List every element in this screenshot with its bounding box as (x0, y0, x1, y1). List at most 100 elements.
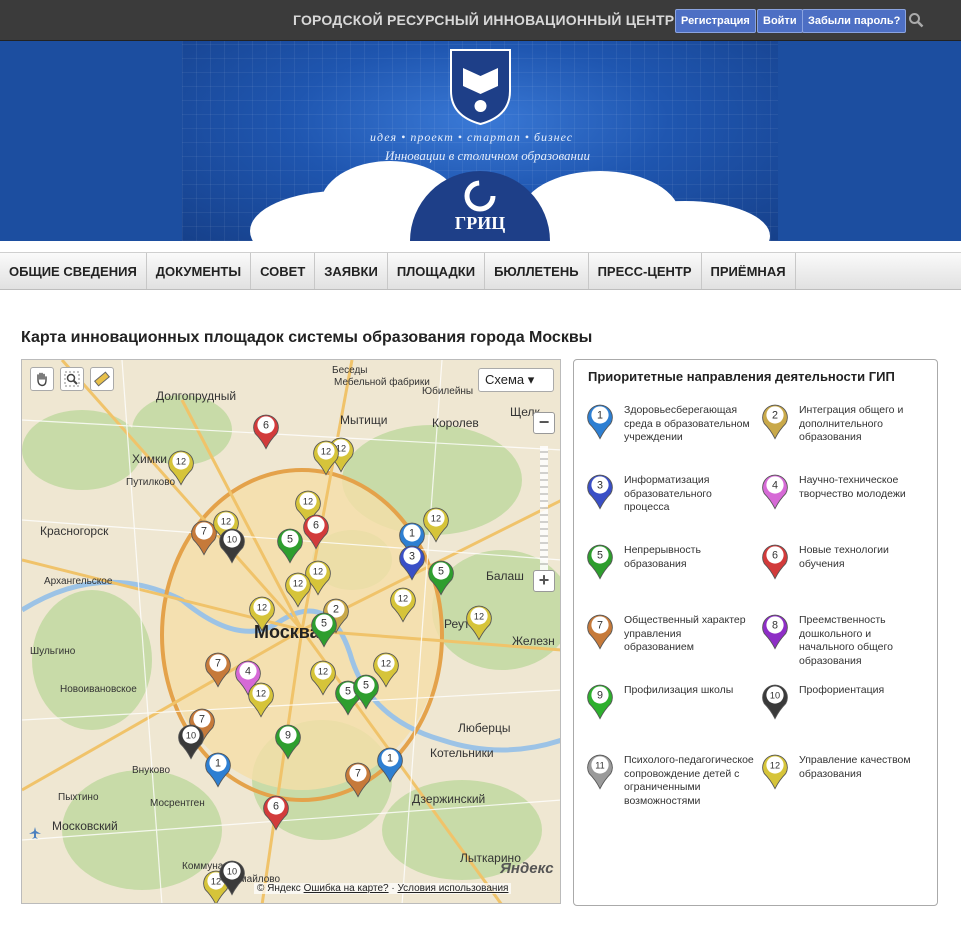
map-pin-12[interactable]: 12 (247, 680, 275, 723)
svg-text:10: 10 (227, 535, 237, 545)
banner-slogan: идея • проект • стартап • бизнес (370, 130, 574, 144)
map-pin-7[interactable]: 7 (204, 650, 232, 693)
map-label: Красногорск (40, 524, 109, 538)
map-pin-7[interactable]: 7 (344, 760, 372, 803)
yandex-logo[interactable]: Яндекс (500, 860, 554, 877)
svg-text:9: 9 (597, 690, 603, 702)
map-label: Балаш (486, 569, 524, 583)
map-copyright: © Яндекс (257, 883, 301, 894)
map-pin-9[interactable]: 9 (274, 722, 302, 765)
map-label: Химки (132, 452, 167, 466)
map-label: Беседы (332, 365, 368, 376)
login-button[interactable]: Войти (757, 9, 803, 33)
map-label: Мытищи (340, 413, 388, 427)
map-type-select[interactable]: Схема ▾ (478, 368, 554, 392)
svg-text:4: 4 (772, 480, 778, 492)
logo-icon (464, 180, 496, 212)
map-pin-1[interactable]: 1 (376, 745, 404, 788)
map-pin-5[interactable]: 5 (276, 526, 304, 569)
terms-link[interactable]: Условия использования (397, 883, 508, 894)
map-label: Долгопрудный (156, 389, 237, 403)
ruler-tool-button[interactable] (90, 367, 114, 391)
map-pin-10[interactable]: 10 (218, 526, 246, 569)
nav-item-council[interactable]: СОВЕТ (251, 253, 316, 289)
hand-icon (37, 372, 47, 387)
svg-text:1: 1 (409, 528, 415, 540)
zoom-in-button[interactable]: + (533, 570, 555, 592)
svg-text:3: 3 (597, 480, 603, 492)
site-name[interactable]: ГОРОДСКОЙ РЕСУРСНЫЙ ИННОВАЦИОННЫЙ ЦЕНТР (293, 12, 674, 28)
map-label: Пыхтино (58, 792, 99, 803)
page-title: Карта инновационных площадок системы обр… (21, 329, 593, 346)
svg-text:12: 12 (321, 447, 331, 457)
svg-text:1: 1 (387, 753, 393, 765)
nav-item-general[interactable]: ОБЩИЕ СВЕДЕНИЯ (0, 253, 147, 289)
map-pin-12[interactable]: 12 (389, 585, 417, 628)
zoom-out-button[interactable]: − (533, 412, 555, 434)
nav-item-press[interactable]: ПРЕСС-ЦЕНТР (589, 253, 702, 289)
svg-text:5: 5 (345, 686, 351, 698)
map-label: Люберцы (458, 721, 511, 735)
map-pin-12[interactable]: 12 (284, 570, 312, 613)
svg-text:12: 12 (770, 761, 780, 771)
search-icon[interactable] (908, 12, 924, 28)
map-pin-5[interactable]: 5 (352, 672, 380, 715)
map-pin-10[interactable]: 10 (177, 722, 205, 765)
svg-text:5: 5 (597, 550, 603, 562)
nav-item-bulletin[interactable]: БЮЛЛЕТЕНЬ (485, 253, 589, 289)
legend-panel: Приоритетные направления деятельности ГИ… (573, 359, 938, 906)
map-pin-12[interactable]: 12 (248, 594, 276, 637)
legend-item-label: Психолого-педагогическое сопровождение д… (624, 754, 754, 807)
forgot-password-button[interactable]: Забыли пароль? (802, 9, 907, 33)
svg-text:3: 3 (409, 551, 415, 563)
svg-text:9: 9 (285, 730, 291, 742)
map-label: Московский (52, 819, 118, 833)
svg-text:6: 6 (263, 420, 269, 432)
map-label: Котельники (430, 746, 494, 760)
svg-text:10: 10 (227, 867, 237, 877)
svg-text:6: 6 (313, 520, 319, 532)
nav-item-reception[interactable]: ПРИЁМНАЯ (702, 253, 796, 289)
legend-item-label: Преемственность дошкольного и начального… (799, 614, 893, 667)
legend-item-label: Новые технологии обучения (799, 544, 889, 570)
map-pin-6[interactable]: 6 (262, 793, 290, 836)
map-pin-12[interactable]: 12 (309, 658, 337, 701)
map-pin-5[interactable]: 5 (427, 558, 455, 601)
map-pin-6[interactable]: 6 (302, 512, 330, 555)
map-label: Королев (432, 416, 479, 430)
svg-text:12: 12 (474, 612, 484, 622)
svg-text:1: 1 (215, 758, 221, 770)
map-label: Архангельское (44, 576, 113, 587)
svg-text:12: 12 (256, 689, 266, 699)
map-pin-12[interactable]: 12 (422, 505, 450, 548)
pan-tool-button[interactable] (30, 367, 54, 391)
map-pin-6[interactable]: 6 (252, 412, 280, 455)
airport-icon (29, 827, 41, 839)
map-label: Мебельной фабрики (334, 377, 430, 388)
svg-text:12: 12 (176, 457, 186, 467)
map-pin-12[interactable]: 12 (465, 603, 493, 646)
legend-item-label: Профориентация (799, 684, 885, 696)
zoom-tool-button[interactable] (60, 367, 84, 391)
magnifier-icon (64, 371, 80, 387)
nav-item-platforms[interactable]: ПЛОЩАДКИ (388, 253, 486, 289)
svg-text:12: 12 (293, 579, 303, 589)
nav-item-documents[interactable]: ДОКУМЕНТЫ (147, 253, 252, 289)
register-button[interactable]: Регистрация (675, 9, 756, 33)
nav-item-applications[interactable]: ЗАЯВКИ (315, 253, 388, 289)
map-pin-12[interactable]: 12 (167, 448, 195, 491)
svg-text:4: 4 (245, 666, 251, 678)
map-pin-12[interactable]: 12 (312, 438, 340, 481)
svg-text:7: 7 (201, 526, 207, 538)
report-error-link[interactable]: Ошибка на карте? (304, 883, 389, 894)
map[interactable]: Долгопрудный Мытищи Королев Химки Путилк… (21, 359, 561, 904)
map-pin-5[interactable]: 5 (310, 610, 338, 653)
map-pin-1[interactable]: 1 (204, 750, 232, 793)
top-bar: ГОРОДСКОЙ РЕСУРСНЫЙ ИННОВАЦИОННЫЙ ЦЕНТР … (0, 0, 961, 41)
svg-text:10: 10 (770, 691, 780, 701)
map-pin-10[interactable]: 10 (218, 858, 246, 901)
zoom-slider[interactable] (540, 446, 548, 576)
map-label: Железн (512, 634, 555, 648)
map-footer: © Яндекс Ошибка на карте? · Условия испо… (254, 883, 512, 894)
map-pin-3[interactable]: 3 (398, 543, 426, 586)
